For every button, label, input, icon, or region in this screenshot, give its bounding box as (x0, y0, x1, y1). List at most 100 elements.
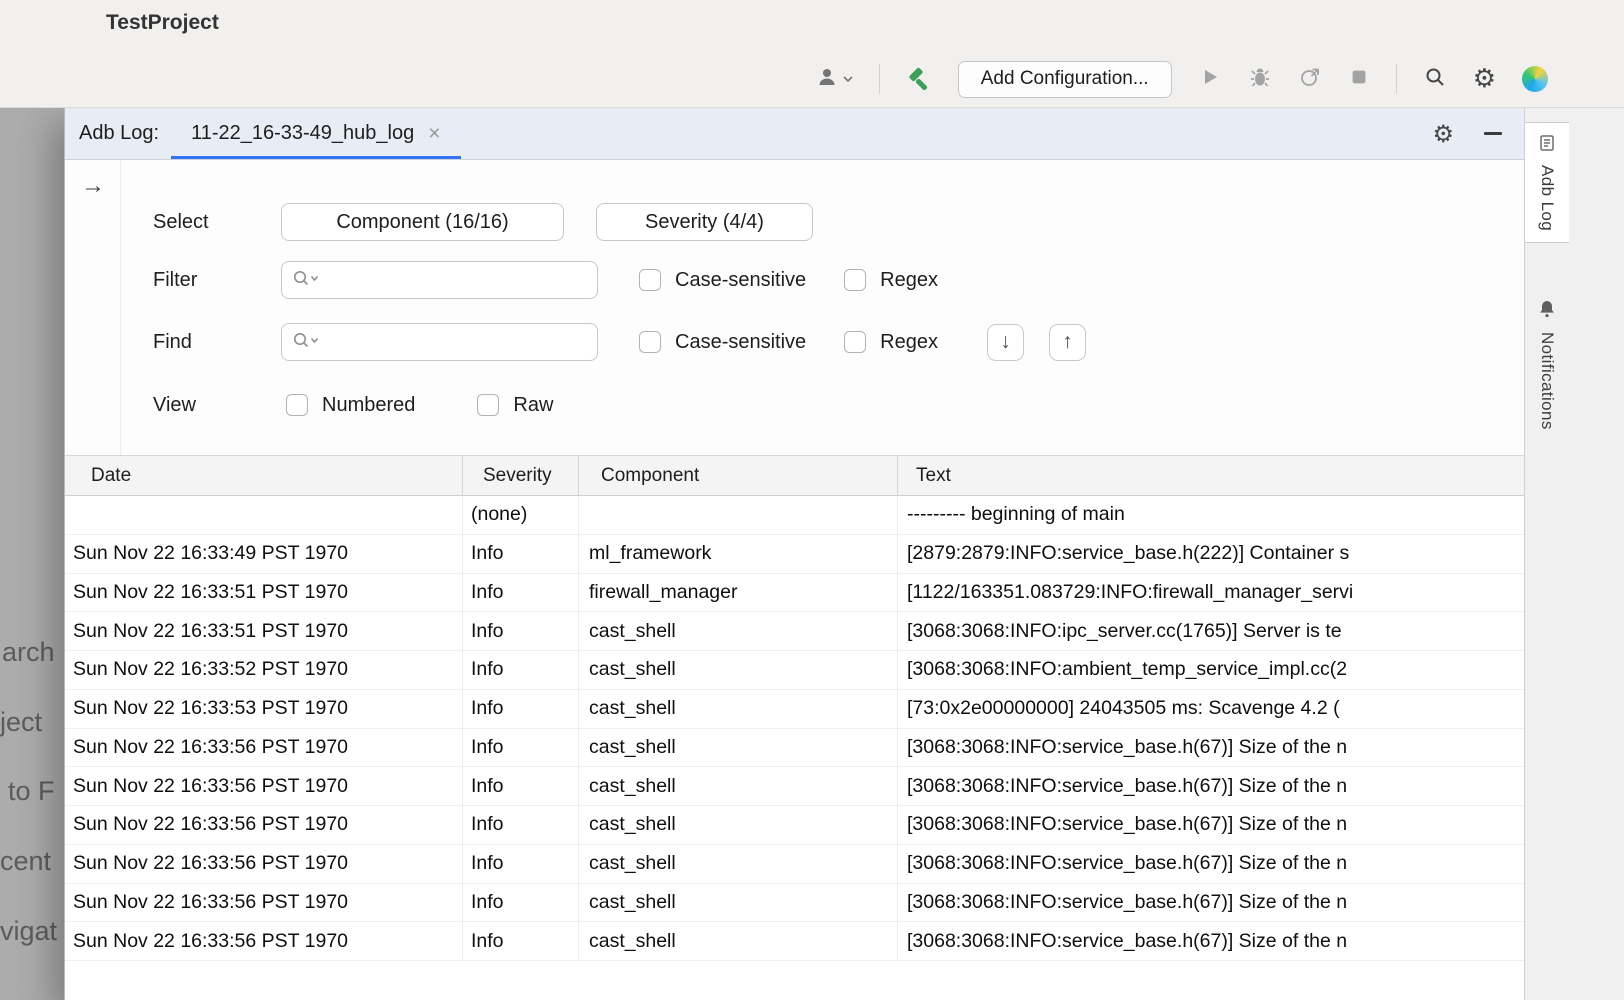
filter-input[interactable] (325, 269, 597, 291)
log-severity-cell: Info (463, 922, 579, 960)
log-date-cell: Sun Nov 22 16:33:56 PST 1970 (65, 729, 463, 767)
add-configuration-button[interactable]: Add Configuration... (958, 61, 1172, 98)
log-text-cell: [73:0x2e00000000] 24043505 ms: Scavenge … (898, 690, 1524, 728)
numbered-label: Numbered (322, 394, 415, 417)
play-icon (1198, 65, 1222, 94)
search-icon (1423, 65, 1447, 94)
log-component-cell: cast_shell (579, 806, 898, 844)
find-regex-checkbox[interactable] (844, 331, 866, 353)
log-component-cell: firewall_manager (579, 574, 898, 612)
table-row[interactable]: Sun Nov 22 16:33:51 PST 1970 Info firewa… (65, 574, 1524, 613)
log-text-cell: [3068:3068:INFO:ipc_server.cc(1765)] Ser… (898, 612, 1524, 650)
close-tab-icon[interactable]: × (428, 123, 440, 144)
stripe-tab-notifications[interactable]: Notifications (1525, 288, 1569, 441)
log-component-cell: cast_shell (579, 612, 898, 650)
log-text-cell: [3068:3068:INFO:service_base.h(67)] Size… (898, 806, 1524, 844)
panel-title: Adb Log: (79, 122, 159, 145)
column-header-component[interactable]: Component (579, 456, 898, 495)
table-row[interactable]: (none) --------- beginning of main (65, 496, 1524, 535)
add-configuration-label: Add Configuration... (981, 68, 1149, 90)
find-input[interactable] (325, 331, 597, 353)
person-icon (816, 66, 838, 93)
log-severity-cell: Info (463, 690, 579, 728)
profiler-button[interactable] (1298, 65, 1322, 94)
numbered-checkbox[interactable] (286, 394, 308, 416)
log-component-cell: cast_shell (579, 767, 898, 805)
background-text-fragment: cent (0, 846, 51, 877)
log-component-cell (579, 496, 898, 534)
log-table-body: (none) --------- beginning of main Sun N… (65, 496, 1524, 1000)
log-date-cell: Sun Nov 22 16:33:51 PST 1970 (65, 574, 463, 612)
stripe-tab-notifications-label: Notifications (1537, 332, 1557, 430)
find-label: Find (153, 331, 281, 354)
expand-arrow-icon[interactable]: → (81, 174, 105, 198)
log-severity-cell: Info (463, 767, 579, 805)
user-profile-button[interactable] (816, 66, 853, 93)
search-with-history-icon[interactable] (292, 269, 319, 292)
log-date-cell: Sun Nov 22 16:33:56 PST 1970 (65, 922, 463, 960)
log-component-cell: cast_shell (579, 729, 898, 767)
settings-button[interactable]: ⚙ (1473, 66, 1496, 92)
table-row[interactable]: Sun Nov 22 16:33:49 PST 1970 Info ml_fra… (65, 535, 1524, 574)
find-previous-button[interactable]: ↑ (1049, 324, 1086, 361)
debug-button[interactable] (1248, 65, 1272, 94)
build-hammer-icon[interactable] (906, 66, 932, 92)
log-text-cell: [3068:3068:INFO:service_base.h(67)] Size… (898, 884, 1524, 922)
panel-settings-gear-icon[interactable]: ⚙ (1432, 122, 1454, 146)
table-row[interactable]: Sun Nov 22 16:33:56 PST 1970 Info cast_s… (65, 767, 1524, 806)
filter-case-sensitive-label: Case-sensitive (675, 269, 806, 292)
filter-regex-checkbox[interactable] (844, 269, 866, 291)
log-severity-cell: Info (463, 651, 579, 689)
log-text-cell: --------- beginning of main (898, 496, 1524, 534)
ai-assistant-button[interactable] (1522, 66, 1548, 92)
hammer-icon (906, 66, 932, 92)
titlebar: TestProject Add Configuration... (0, 0, 1624, 108)
hide-panel-icon[interactable] (1484, 132, 1502, 135)
filter-row: Filter Case-sensitive Regex (153, 261, 1514, 299)
log-component-cell: ml_framework (579, 535, 898, 573)
log-component-cell: cast_shell (579, 651, 898, 689)
find-input-wrapper (281, 323, 598, 361)
toolbar-divider (879, 64, 880, 94)
table-row[interactable]: Sun Nov 22 16:33:56 PST 1970 Info cast_s… (65, 806, 1524, 845)
column-header-severity[interactable]: Severity (463, 456, 579, 495)
table-row[interactable]: Sun Nov 22 16:33:51 PST 1970 Info cast_s… (65, 612, 1524, 651)
background-text-fragment: vigat (0, 916, 57, 947)
table-row[interactable]: Sun Nov 22 16:33:53 PST 1970 Info cast_s… (65, 690, 1524, 729)
background-text-fragment: ject (0, 707, 42, 738)
column-header-date[interactable]: Date (65, 456, 463, 495)
project-title: TestProject (106, 11, 219, 35)
arrow-down-icon: ↓ (1000, 330, 1011, 354)
find-next-button[interactable]: ↓ (987, 324, 1024, 361)
log-text-cell: [3068:3068:INFO:service_base.h(67)] Size… (898, 729, 1524, 767)
log-severity-cell: Info (463, 574, 579, 612)
table-row[interactable]: Sun Nov 22 16:33:56 PST 1970 Info cast_s… (65, 845, 1524, 884)
component-filter-button[interactable]: Component (16/16) (281, 203, 564, 241)
column-header-text[interactable]: Text (898, 456, 1524, 495)
raw-checkbox[interactable] (477, 394, 499, 416)
main-toolbar: Add Configuration... (816, 58, 1548, 100)
log-component-cell: cast_shell (579, 884, 898, 922)
toolbar-divider (1396, 64, 1397, 94)
table-row[interactable]: Sun Nov 22 16:33:56 PST 1970 Info cast_s… (65, 729, 1524, 768)
view-row: View Numbered Raw (153, 386, 1514, 424)
log-file-tab[interactable]: 11-22_16-33-49_hub_log × (171, 108, 460, 159)
stripe-tab-adb-log[interactable]: Adb Log (1525, 122, 1569, 243)
table-row[interactable]: Sun Nov 22 16:33:52 PST 1970 Info cast_s… (65, 651, 1524, 690)
search-with-history-icon[interactable] (292, 331, 319, 354)
search-everywhere-button[interactable] (1423, 65, 1447, 94)
stop-button[interactable] (1348, 66, 1370, 93)
run-button[interactable] (1198, 65, 1222, 94)
table-row[interactable]: Sun Nov 22 16:33:56 PST 1970 Info cast_s… (65, 884, 1524, 923)
background-window-strip: archjectto Fcentvigat (0, 108, 64, 1000)
severity-filter-button[interactable]: Severity (4/4) (596, 203, 813, 241)
find-case-sensitive-checkbox[interactable] (639, 331, 661, 353)
log-date-cell: Sun Nov 22 16:33:51 PST 1970 (65, 612, 463, 650)
view-label: View (153, 394, 281, 417)
log-text-cell: [3068:3068:INFO:service_base.h(67)] Size… (898, 767, 1524, 805)
stop-icon (1348, 66, 1370, 93)
filter-case-sensitive-checkbox[interactable] (639, 269, 661, 291)
log-component-cell: cast_shell (579, 690, 898, 728)
log-file-tab-label: 11-22_16-33-49_hub_log (191, 122, 414, 145)
table-row[interactable]: Sun Nov 22 16:33:56 PST 1970 Info cast_s… (65, 922, 1524, 961)
